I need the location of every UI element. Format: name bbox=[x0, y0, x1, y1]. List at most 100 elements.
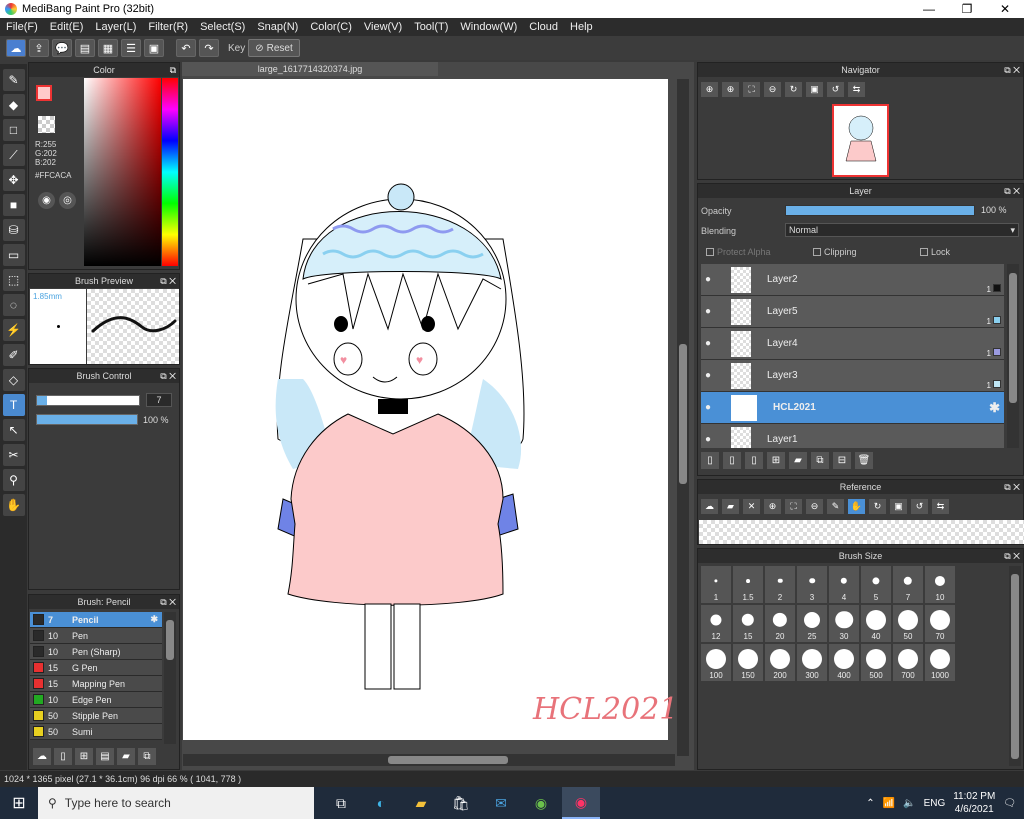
notification-icon[interactable]: 🗨 bbox=[1003, 798, 1016, 809]
new-brush-icon[interactable]: ▯ bbox=[54, 748, 72, 765]
rotate-icon[interactable]: ↻ bbox=[869, 499, 886, 514]
line-tool-icon[interactable]: ⟋ bbox=[2, 144, 25, 166]
brush-folder-icon[interactable]: ▰ bbox=[117, 748, 135, 765]
close-button[interactable]: ✕ bbox=[986, 0, 1024, 18]
cloud-open-icon[interactable]: ☁ bbox=[701, 499, 718, 514]
gear-icon[interactable]: ✱ bbox=[989, 400, 1000, 416]
palette-add-icon[interactable]: ◎ bbox=[59, 192, 76, 209]
hand-tool-icon[interactable]: ✋ bbox=[2, 494, 25, 516]
eraser-tool-icon[interactable]: ◆ bbox=[2, 94, 25, 116]
zoom-in-icon[interactable]: ⊕ bbox=[764, 499, 781, 514]
flip-icon[interactable]: ⇆ bbox=[848, 82, 865, 97]
panel-undock-icon[interactable]: ⧉ bbox=[170, 63, 176, 77]
merge-layer-icon[interactable]: ⊟ bbox=[833, 452, 851, 469]
brush-size-cell[interactable]: 200 bbox=[765, 644, 795, 681]
brush-tool-icon[interactable]: ✎ bbox=[2, 69, 25, 91]
hand-icon[interactable]: ✋ bbox=[848, 499, 865, 514]
page-list-icon[interactable]: ☰ bbox=[121, 39, 141, 57]
panel-close-icon[interactable]: ⧉ ✕ bbox=[1004, 480, 1020, 494]
saturation-value-picker[interactable] bbox=[84, 78, 161, 266]
new-halftone-layer-icon[interactable]: ▯ bbox=[723, 452, 741, 469]
magic-wand-tool-icon[interactable]: ⚡ bbox=[2, 319, 25, 341]
store-icon[interactable]: 🛍 bbox=[442, 787, 480, 819]
chevron-up-icon[interactable]: ⌃ bbox=[866, 798, 874, 809]
navigator-thumbnail[interactable] bbox=[832, 104, 889, 177]
visibility-eye-icon[interactable]: ● bbox=[701, 370, 715, 381]
text-bubble-icon[interactable]: ▤ bbox=[75, 39, 95, 57]
brush-size-cell[interactable]: 1000 bbox=[925, 644, 955, 681]
brush-item[interactable]: 10 Pen bbox=[30, 628, 162, 644]
transparent-color-swatch[interactable] bbox=[38, 116, 55, 133]
rotate-icon[interactable]: ↻ bbox=[785, 82, 802, 97]
operation-tool-icon[interactable]: ↖ bbox=[2, 419, 25, 441]
brush-item[interactable]: 10 Pen (Sharp) bbox=[30, 644, 162, 660]
brush-size-scrollbar[interactable] bbox=[1009, 566, 1021, 766]
menu-help[interactable]: Help bbox=[564, 21, 599, 33]
palette-icon[interactable]: ◉ bbox=[38, 192, 55, 209]
zoom-in-icon[interactable]: ⊕ bbox=[701, 82, 718, 97]
language-indicator[interactable]: ENG bbox=[924, 798, 946, 809]
page-icon[interactable]: ▦ bbox=[98, 39, 118, 57]
layer-opacity-slider[interactable] bbox=[785, 205, 975, 216]
brush-item[interactable]: 50 Stipple Pen bbox=[30, 708, 162, 724]
brush-size-cell[interactable]: 4 bbox=[829, 566, 859, 603]
canvas-vertical-scrollbar[interactable] bbox=[677, 79, 689, 756]
new-layer-icon[interactable]: ▯ bbox=[701, 452, 719, 469]
file-explorer-icon[interactable]: ▰ bbox=[402, 787, 440, 819]
shape-tool-icon[interactable]: □ bbox=[2, 119, 25, 141]
blending-select[interactable]: Normal ▾ bbox=[785, 223, 1019, 237]
panel-close-icon[interactable]: ⧉ ✕ bbox=[160, 274, 176, 288]
menu-select[interactable]: Select(S) bbox=[194, 21, 251, 33]
drawing-canvas[interactable]: ♥ ♥ HCL2021 bbox=[183, 79, 678, 740]
network-icon[interactable]: 📶 bbox=[883, 798, 895, 809]
task-view-icon[interactable]: ⧉ bbox=[322, 787, 360, 819]
add-brush-icon[interactable]: ⊞ bbox=[75, 748, 93, 765]
brush-size-cell[interactable]: 100 bbox=[701, 644, 731, 681]
brush-size-cell[interactable]: 30 bbox=[829, 605, 859, 642]
brush-size-cell[interactable]: 12 bbox=[701, 605, 731, 642]
panel-close-icon[interactable]: ⧉ ✕ bbox=[1004, 184, 1020, 198]
zoom-out-icon[interactable]: ⊖ bbox=[764, 82, 781, 97]
brush-size-cell[interactable]: 40 bbox=[861, 605, 891, 642]
flip-icon[interactable]: ⇆ bbox=[932, 499, 949, 514]
brush-size-cell[interactable]: 400 bbox=[829, 644, 859, 681]
brush-settings-icon[interactable]: ▤ bbox=[96, 748, 114, 765]
fill-rect-tool-icon[interactable]: ■ bbox=[2, 194, 25, 216]
brush-item[interactable]: 7 Pencil ✱ bbox=[30, 612, 162, 628]
menu-filter[interactable]: Filter(R) bbox=[142, 21, 194, 33]
brush-size-value[interactable]: 7 bbox=[146, 393, 172, 407]
visibility-eye-icon[interactable]: ● bbox=[701, 338, 715, 349]
brush-size-cell[interactable]: 300 bbox=[797, 644, 827, 681]
lasso-tool-icon[interactable]: ◌ bbox=[2, 294, 25, 316]
actual-size-icon[interactable]: ▣ bbox=[890, 499, 907, 514]
brush-size-cell[interactable]: 7 bbox=[893, 566, 923, 603]
reset-rotation-icon[interactable]: ↺ bbox=[827, 82, 844, 97]
visibility-eye-icon[interactable]: ● bbox=[701, 274, 715, 285]
brush-size-cell[interactable]: 15 bbox=[733, 605, 763, 642]
layer-folder-icon[interactable]: ▰ bbox=[789, 452, 807, 469]
menu-cloud[interactable]: Cloud bbox=[523, 21, 564, 33]
layer-item[interactable]: ● Layer4 1 bbox=[701, 328, 1004, 360]
canvas-horizontal-scrollbar[interactable] bbox=[183, 754, 675, 766]
visibility-eye-icon[interactable]: ● bbox=[701, 306, 715, 317]
gear-icon[interactable]: ✱ bbox=[150, 614, 158, 625]
undo-icon[interactable]: ↶ bbox=[176, 39, 196, 57]
visibility-eye-icon[interactable]: ● bbox=[701, 402, 715, 413]
volume-icon[interactable]: 🔈 bbox=[903, 798, 915, 809]
eyedropper-tool-icon[interactable]: ⚲ bbox=[2, 469, 25, 491]
brush-size-cell[interactable]: 20 bbox=[765, 605, 795, 642]
minimize-button[interactable]: — bbox=[910, 0, 948, 18]
brush-size-cell[interactable]: 70 bbox=[925, 605, 955, 642]
menu-view[interactable]: View(V) bbox=[358, 21, 408, 33]
select-tool-icon[interactable]: ⬚ bbox=[2, 269, 25, 291]
menu-edit[interactable]: Edit(E) bbox=[44, 21, 90, 33]
medibang-taskbar-icon[interactable]: ◉ bbox=[562, 787, 600, 819]
brush-size-cell[interactable]: 10 bbox=[925, 566, 955, 603]
brush-item[interactable]: 15 Mapping Pen bbox=[30, 676, 162, 692]
page-edit-icon[interactable]: ▣ bbox=[144, 39, 164, 57]
document-tab[interactable]: large_1617714320374.jpg bbox=[182, 62, 438, 76]
clock[interactable]: 11:02 PM 4/6/2021 bbox=[953, 790, 995, 816]
green-app-icon[interactable]: ◉ bbox=[522, 787, 560, 819]
menu-file[interactable]: File(F) bbox=[0, 21, 44, 33]
brush-item[interactable]: 10 Edge Pen bbox=[30, 692, 162, 708]
